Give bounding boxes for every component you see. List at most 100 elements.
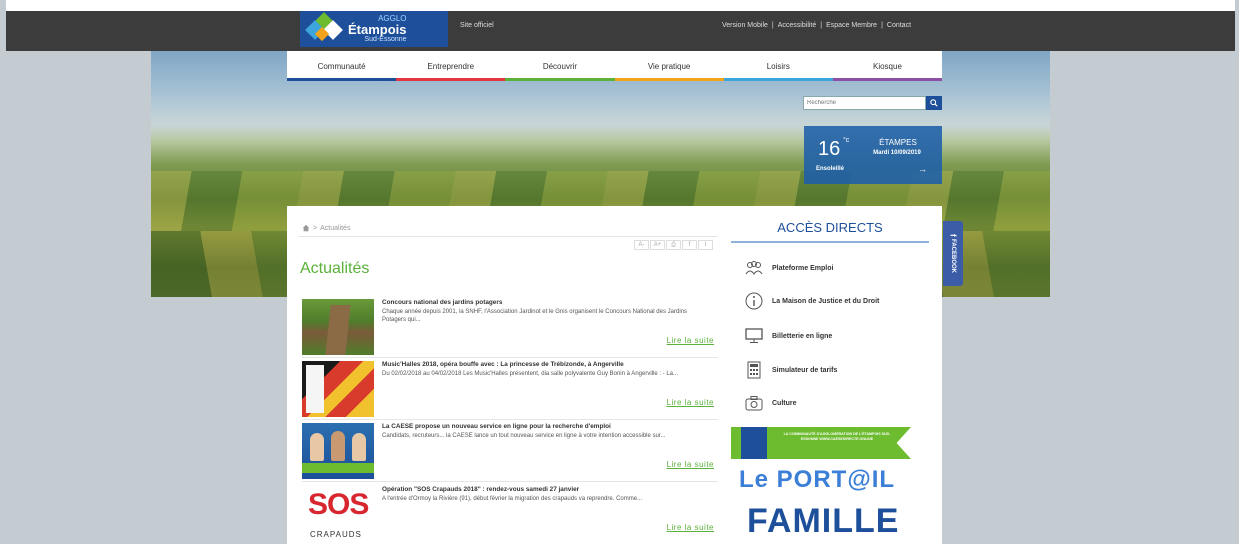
news-item[interactable]: Concours national des jardins potagers C… [302,299,718,358]
home-icon[interactable] [302,224,310,232]
link-separator: | [820,22,823,29]
acces-label: Plateforme Emploi [772,264,834,272]
weather-condition: Ensoleillé [816,166,845,172]
nav-color-bar [832,78,943,81]
news-thumbnail-opera[interactable] [302,361,374,417]
acces-item-plateforme-emploi[interactable]: Plateforme Emploi [745,259,833,277]
people-icon [745,259,763,277]
info-icon [745,292,763,310]
portail-heading[interactable]: Le PORT@IL [739,466,895,494]
nav-label: Kiosque [872,62,902,71]
facebook-share-icon[interactable]: f [682,240,697,250]
news-title[interactable]: Opération "SOS Crapauds 2018" : rendez-v… [382,486,718,493]
top-bar [6,11,1235,51]
main-nav: Communauté Entreprendre Découvrir Vie pr… [287,51,943,81]
news-thumbnail-emploi[interactable] [302,423,374,479]
news-excerpt: A l'entrée d'Ormoy la Rivière (91), débu… [382,496,643,502]
link-version-mobile[interactable]: Version Mobile [722,22,768,29]
read-more-link[interactable]: Lire la suite [667,398,714,407]
link-accessibilite[interactable]: Accessibilité [778,22,817,29]
search-box [803,96,942,110]
nav-color-bar [505,78,615,81]
top-links: Version Mobile | Accessibilité | Espace … [722,22,911,29]
nav-item-communaute[interactable]: Communauté [287,51,397,81]
site-officiel-label: Site officiel [460,22,494,29]
link-separator: | [881,22,883,29]
facebook-icon: f [948,233,958,237]
nav-label: Entreprendre [427,62,475,71]
news-thumbnail-sos-crapauds[interactable]: SOS CRAPAUDS [302,486,374,542]
monitor-icon [745,327,763,345]
site-logo[interactable]: AGGLO Étampois Sud-Essonne [300,11,448,47]
famille-heading[interactable]: FAMILLE [747,502,899,541]
calculator-icon [745,361,763,379]
divider [298,236,717,237]
nav-label: Vie pratique [647,62,691,71]
divider [731,241,929,243]
agglo-badge-icon [741,427,767,459]
nav-item-loisirs[interactable]: Loisirs [723,51,833,81]
acces-item-simulateur[interactable]: Simulateur de tarifs [745,361,837,379]
breadcrumb: > Actualités [302,224,350,232]
breadcrumb-separator: > [313,224,318,232]
search-icon [930,99,938,107]
news-title[interactable]: La CAESE propose un nouveau service en l… [382,423,718,430]
search-button[interactable] [926,96,942,110]
sos-logo-sub: CRAPAUDS [310,530,362,539]
font-decrease-button[interactable]: A- [634,240,649,250]
nav-color-bar [287,78,397,81]
acces-item-maison-justice[interactable]: La Maison de Justice et du Droit [745,292,879,310]
nav-color-bar [614,78,724,81]
news-excerpt: Chaque année depuis 2001, la SNHF, l'Ass… [382,309,687,323]
news-title[interactable]: Concours national des jardins potagers [382,299,718,306]
news-title[interactable]: Music'Halles 2018, opéra bouffe avec : L… [382,361,718,368]
read-more-link[interactable]: Lire la suite [667,460,714,469]
news-excerpt: Candidats, recruteurs... la CAESE lance … [382,433,666,439]
camera-icon [745,394,763,412]
nav-item-vie-pratique[interactable]: Vie pratique [614,51,724,81]
acces-label: La Maison de Justice et du Droit [772,297,880,305]
weather-temperature: 16 [818,138,841,160]
nav-label: Communauté [317,62,366,71]
nav-label: Loisirs [766,62,790,71]
acces-directs-title: ACCÈS DIRECTS [777,220,883,235]
news-thumbnail-garden[interactable] [302,299,374,355]
font-increase-button[interactable]: A+ [650,240,665,250]
weather-date: Mardi 10/09/2019 [873,150,921,156]
news-excerpt: Du 02/02/2018 au 04/02/2018 Les Music'Ha… [382,371,678,377]
logo-mark-icon [305,12,343,43]
news-item[interactable]: La CAESE propose un nouveau service en l… [302,423,718,482]
acces-item-billetterie[interactable]: Billetterie en ligne [745,327,832,345]
twitter-share-icon[interactable]: t [698,240,713,250]
acces-label: Billetterie en ligne [772,332,833,340]
page-title: Actualités [300,260,370,277]
nav-item-entreprendre[interactable]: Entreprendre [396,51,506,81]
acces-item-culture[interactable]: Culture [745,394,797,412]
breadcrumb-current: Actualités [320,224,351,232]
logo-line3: Sud-Essonne [364,36,407,43]
page-tools: A- A+ ⎙ f t [634,240,713,250]
divider [302,481,718,482]
weather-city: ÉTAMPES [879,138,917,147]
weather-unit: °c [843,137,850,144]
link-contact[interactable]: Contact [887,22,911,29]
news-item[interactable]: Music'Halles 2018, opéra bouffe avec : L… [302,361,718,420]
nav-item-decouvrir[interactable]: Découvrir [505,51,615,81]
logo-line2: Étampois [348,22,407,37]
facebook-tab[interactable]: f FACEBOOK [943,221,963,286]
weather-widget[interactable]: 16 °c ÉTAMPES Mardi 10/09/2019 Ensoleill… [804,126,942,184]
nav-item-kiosque[interactable]: Kiosque [832,51,943,81]
read-more-link[interactable]: Lire la suite [667,523,714,532]
link-espace-membre[interactable]: Espace Membre [826,22,877,29]
portail-banner[interactable]: LA COMMUNAUTÉ D'AGGLOMÉRATION DE L'ÉTAMP… [731,427,911,459]
sos-logo-text: SOS [308,488,369,521]
facebook-label: FACEBOOK [950,239,956,274]
read-more-link[interactable]: Lire la suite [667,336,714,345]
arrow-right-icon[interactable]: → [918,164,927,174]
nav-label: Découvrir [542,62,578,71]
link-separator: | [771,22,774,29]
news-item[interactable]: SOS CRAPAUDS Opération "SOS Crapauds 201… [302,486,718,544]
print-icon[interactable]: ⎙ [666,240,681,250]
search-input[interactable] [803,96,926,110]
divider [302,419,718,420]
